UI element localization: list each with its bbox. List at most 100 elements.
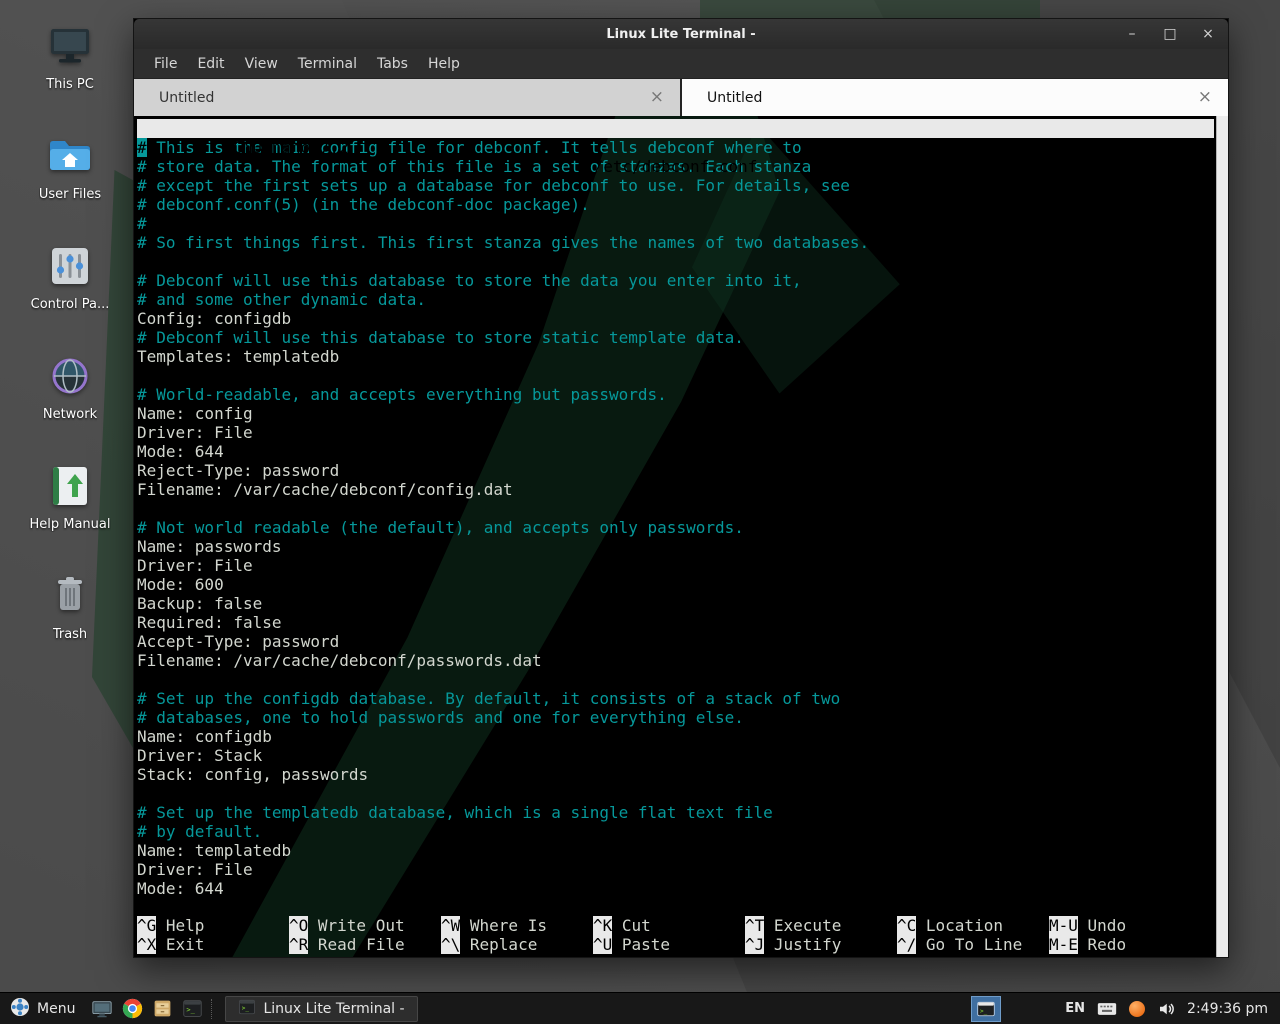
buffer-line: # by default. [137,822,1214,841]
trash-icon [46,572,94,620]
menu-edit[interactable]: Edit [187,52,234,76]
nano-shortcut-go-to-line[interactable]: ^/ Go To Line [897,935,1049,954]
wallpaper-feather-shape [700,0,1040,18]
nano-shortcut-where-is[interactable]: ^W Where Is [441,916,593,935]
desktop-icon-label: Control Pa... [31,297,110,312]
control-panel-icon [46,242,94,290]
buffer-line: # [137,214,1214,233]
taskbar-window-button[interactable]: >_ Linux Lite Terminal - [225,996,417,1022]
nano-shortcut-write-out[interactable]: ^O Write Out [289,916,441,935]
keyboard-layout-indicator[interactable]: EN [1065,1001,1085,1016]
terminal-tab-2[interactable]: Untitled × [682,79,1228,116]
buffer-line: Stack: config, passwords [137,765,1214,784]
menu-view[interactable]: View [235,52,288,76]
desktop-icon-label: This PC [46,77,94,92]
taskbar: Menu >_ >_ Linux Lite Terminal - >_ EN 2… [0,992,1280,1024]
svg-text:>_: >_ [186,1006,195,1014]
shortcut-key: ^T [745,916,764,935]
computer-icon [46,22,94,70]
shortcut-key: ^C [897,916,916,935]
buffer-line: Filename: /var/cache/debconf/config.dat [137,480,1214,499]
tab-close-icon[interactable]: × [1196,89,1214,106]
desktop-icon-list: This PC User Files Control Pa... Network Hel… [0,22,140,682]
close-icon[interactable]: × [1200,27,1216,41]
tray-terminal-icon[interactable]: >_ [971,996,1001,1022]
shortcut-key: ^O [289,916,308,935]
tab-close-icon[interactable]: × [648,89,666,106]
desktop-icon-label: User Files [39,187,101,202]
desktop-icon-trash[interactable]: Trash [0,572,140,682]
buffer-line: # World-readable, and accepts everything… [137,385,1214,404]
desktop-icon-control-pa[interactable]: Control Pa... [0,242,140,352]
notification-icon[interactable] [1129,1001,1145,1017]
system-tray: >_ EN 2:49:36 pm [971,996,1280,1022]
buffer-line: # So first things first. This first stan… [137,233,1214,252]
buffer-line: # except the first sets up a database fo… [137,176,1214,195]
svg-text:>_: >_ [980,1007,988,1014]
buffer-line: # databases, one to hold passwords and o… [137,708,1214,727]
buffer-line: Accept-Type: password [137,632,1214,651]
buffer-line: # Not world readable (the default), and … [137,518,1214,537]
desktop-icon-help-manual[interactable]: Help Manual [0,462,140,572]
window-titlebar[interactable]: Linux Lite Terminal - – □ × [134,19,1228,49]
file-manager-launcher-icon[interactable] [147,994,177,1024]
tab-bar: Untitled×Untitled× [134,79,1228,116]
minimize-icon[interactable]: – [1124,27,1140,41]
window-title: Linux Lite Terminal - [606,27,755,42]
buffer-line: Mode: 644 [137,879,1214,898]
chrome-launcher-icon[interactable] [117,994,147,1024]
shortcut-key: ^R [289,935,308,954]
nano-shortcut-read-file[interactable]: ^R Read File [289,935,441,954]
menu-terminal[interactable]: Terminal [288,52,367,76]
nano-shortcut-execute[interactable]: ^T Execute [745,916,897,935]
nano-filename: /etc/debconf.conf [594,157,758,176]
terminal-tab-1[interactable]: Untitled× [134,79,680,116]
nano-shortcut-justify[interactable]: ^J Justify [745,935,897,954]
nano-version: GNU nano 7.2 [214,138,349,157]
buffer-line: Mode: 644 [137,442,1214,461]
menu-file[interactable]: File [144,52,187,76]
display-launcher-icon[interactable] [87,994,117,1024]
tab-title: Untitled [707,90,762,106]
taskbar-window-label: Linux Lite Terminal - [263,1001,404,1017]
terminal-launcher-icon[interactable]: >_ [177,994,207,1024]
buffer-line: # debconf.conf(5) (in the debconf-doc pa… [137,195,1214,214]
menu-icon [10,997,30,1021]
menu-help[interactable]: Help [418,52,470,76]
desktop-icon-network[interactable]: Network [0,352,140,462]
buffer-line: Required: false [137,613,1214,632]
buffer-line: Driver: File [137,423,1214,442]
shortcut-key: ^W [441,916,460,935]
desktop-icon-label: Network [43,407,97,422]
nano-shortcut-help[interactable]: ^G Help [137,916,289,935]
buffer-line: Driver: File [137,860,1214,879]
shortcut-key: ^/ [897,935,916,954]
maximize-icon[interactable]: □ [1162,27,1178,41]
shortcut-key: ^\ [441,935,460,954]
nano-shortcut-exit[interactable]: ^X Exit [137,935,289,954]
menu-button[interactable]: Menu [0,993,87,1024]
volume-icon[interactable] [1157,1000,1175,1018]
desktop-icon-user-files[interactable]: User Files [0,132,140,242]
buffer-line: # Debconf will use this database to stor… [137,271,1214,290]
nano-titlebar: GNU nano 7.2 /etc/debconf.conf [137,119,1214,138]
buffer-line: Driver: Stack [137,746,1214,765]
terminal-screen[interactable]: GNU nano 7.2 /etc/debconf.conf # This is… [134,116,1228,957]
terminal-scrollbar[interactable] [1216,116,1228,957]
buffer-line [137,499,1214,518]
desktop-icon-this-pc[interactable]: This PC [0,22,140,132]
buffer-line: # Set up the templatedb database, which … [137,803,1214,822]
svg-text:>_: >_ [242,1005,250,1012]
buffer-line [137,784,1214,803]
buffer-line: Driver: File [137,556,1214,575]
nano-shortcut-undo[interactable]: M-U Undo [1049,916,1201,935]
menu-tabs[interactable]: Tabs [367,52,418,76]
help-manual-icon [46,462,94,510]
buffer-line: Name: configdb [137,727,1214,746]
nano-shortcut-cut[interactable]: ^K Cut [593,916,745,935]
nano-shortcut-replace[interactable]: ^\ Replace [441,935,593,954]
keyboard-icon[interactable] [1097,1002,1117,1016]
nano-shortcut-redo[interactable]: M-E Redo [1049,935,1201,954]
nano-shortcut-location[interactable]: ^C Location [897,916,1049,935]
nano-shortcut-paste[interactable]: ^U Paste [593,935,745,954]
